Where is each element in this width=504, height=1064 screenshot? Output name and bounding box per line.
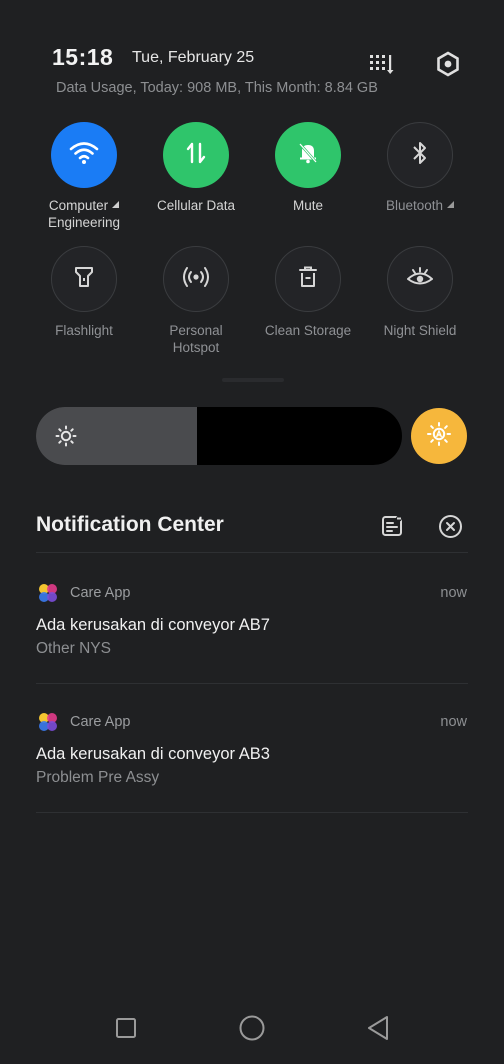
trash-icon <box>297 265 319 294</box>
wifi-icon <box>69 140 99 171</box>
tile-bluetooth-label: Bluetooth <box>364 197 476 214</box>
tile-night-shield-label: Night Shield <box>383 323 457 338</box>
tile-personal-hotspot[interactable] <box>163 246 229 312</box>
expand-arrow-icon[interactable] <box>447 201 455 208</box>
eye-icon <box>406 266 434 293</box>
brightness-slider[interactable] <box>36 407 402 465</box>
notification-time: now <box>440 585 467 601</box>
notification-title: Ada kerusakan di conveyor AB3 <box>36 745 270 763</box>
tile-flashlight[interactable] <box>51 246 117 312</box>
bluetooth-icon <box>410 140 430 171</box>
back-triangle-icon <box>366 1015 390 1046</box>
tile-bluetooth[interactable] <box>387 122 453 188</box>
date-label: Tue, February 25 <box>132 49 255 66</box>
manage-notifications-icon[interactable] <box>380 514 404 538</box>
data-usage-label[interactable]: Data Usage, Today: 908 MB, This Month: 8… <box>56 80 378 96</box>
cellular-data-icon <box>184 141 208 170</box>
brightness-low-icon <box>55 425 77 452</box>
clear-all-icon[interactable] <box>438 514 463 539</box>
tile-flashlight-label: Flashlight <box>55 323 113 338</box>
settings-icon[interactable] <box>434 50 462 78</box>
tile-mute-label: Mute <box>292 198 323 213</box>
auto-brightness-button[interactable] <box>411 408 467 464</box>
home-circle-icon <box>238 1014 266 1047</box>
notification-card[interactable]: Care App now Ada kerusakan di conveyor A… <box>0 572 504 682</box>
notification-app-name: Care App <box>70 585 131 601</box>
tile-clean-storage[interactable] <box>275 246 341 312</box>
recents-button[interactable] <box>106 1010 146 1050</box>
tile-personal-hotspot-label: Personal Hotspot <box>169 323 223 355</box>
clock-time: 15:18 <box>52 44 114 70</box>
tile-clean-storage-label: Clean Storage <box>264 323 352 338</box>
divider <box>36 552 468 553</box>
tile-night-shield[interactable] <box>387 246 453 312</box>
care-app-icon <box>37 711 59 738</box>
hotspot-icon <box>181 266 211 293</box>
back-button[interactable] <box>358 1010 398 1050</box>
recents-square-icon <box>115 1017 137 1044</box>
mute-bell-icon <box>296 141 320 170</box>
notification-app-name: Care App <box>70 714 131 730</box>
divider <box>36 683 468 684</box>
tile-cellular-data-label: Cellular Data <box>156 198 236 213</box>
notification-center-title: Notification Center <box>36 513 224 536</box>
home-button[interactable] <box>232 1010 272 1050</box>
edit-grid-icon[interactable] <box>368 50 396 78</box>
notification-time: now <box>440 714 467 730</box>
notification-shade: 15:18 Tue, February 25 Data Usage, Today… <box>0 0 504 1064</box>
expand-arrow-icon[interactable] <box>112 201 120 208</box>
notification-subtitle: Other NYS <box>36 640 111 657</box>
drag-handle[interactable] <box>222 378 284 382</box>
care-app-icon <box>37 582 59 609</box>
tile-wifi-label: Computer Engineering <box>47 198 121 230</box>
tile-mute[interactable] <box>275 122 341 188</box>
auto-brightness-icon <box>426 421 452 452</box>
notification-subtitle: Problem Pre Assy <box>36 769 160 786</box>
tile-wifi[interactable] <box>51 122 117 188</box>
notification-title: Ada kerusakan di conveyor AB7 <box>36 616 270 634</box>
tile-cellular-data[interactable] <box>163 122 229 188</box>
divider <box>36 812 468 813</box>
flashlight-icon <box>73 265 95 294</box>
notification-card[interactable]: Care App now Ada kerusakan di conveyor A… <box>0 701 504 811</box>
